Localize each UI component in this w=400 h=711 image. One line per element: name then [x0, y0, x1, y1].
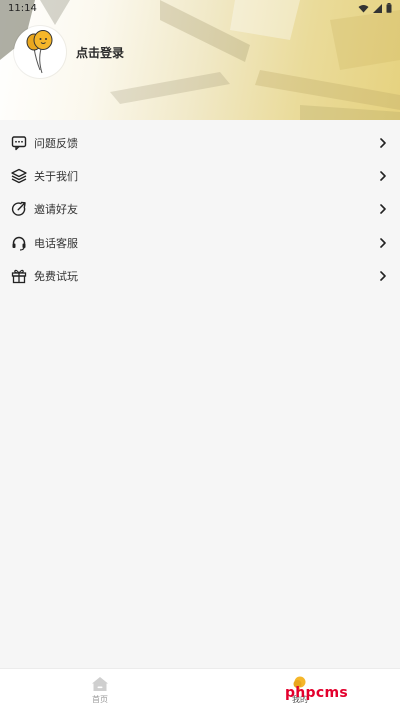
layers-icon [10, 167, 28, 185]
settings-menu: 问题反馈 关于我们 邀请好友 电话客服 免费试玩 [0, 126, 400, 293]
chevron-right-icon [378, 137, 388, 149]
menu-item-free-trial[interactable]: 免费试玩 [0, 260, 400, 293]
tab-home[interactable]: 首页 [0, 669, 200, 711]
chevron-right-icon [378, 203, 388, 215]
signal-icon [373, 3, 382, 13]
profile-header: 11:14 点击登录 [0, 0, 400, 120]
message-dots-icon [10, 134, 28, 152]
menu-item-label: 关于我们 [34, 170, 78, 184]
status-time: 11:14 [8, 2, 37, 14]
menu-item-feedback[interactable]: 问题反馈 [0, 126, 400, 159]
chevron-right-icon [378, 237, 388, 249]
menu-item-label: 问题反馈 [34, 136, 78, 150]
menu-item-about-us[interactable]: 关于我们 [0, 159, 400, 192]
login-prompt[interactable]: 点击登录 [76, 44, 124, 61]
status-bar: 11:14 [0, 0, 400, 16]
menu-item-invite-friends[interactable]: 邀请好友 [0, 193, 400, 226]
tab-home-label: 首页 [92, 694, 108, 704]
menu-item-label: 邀请好友 [34, 203, 78, 217]
balloon-icon [26, 30, 53, 74]
menu-item-label: 免费试玩 [34, 270, 78, 284]
avatar[interactable] [14, 26, 66, 78]
headset-icon [10, 234, 28, 252]
chevron-right-icon [378, 170, 388, 182]
watermark: phpcms [284, 685, 348, 701]
wifi-icon [358, 4, 369, 12]
home-icon [92, 676, 108, 691]
gift-icon [10, 267, 28, 285]
chevron-right-icon [378, 270, 388, 282]
share-circle-icon [10, 200, 28, 218]
battery-icon [386, 3, 392, 13]
menu-item-label: 电话客服 [34, 236, 78, 250]
menu-item-phone-support[interactable]: 电话客服 [0, 226, 400, 259]
